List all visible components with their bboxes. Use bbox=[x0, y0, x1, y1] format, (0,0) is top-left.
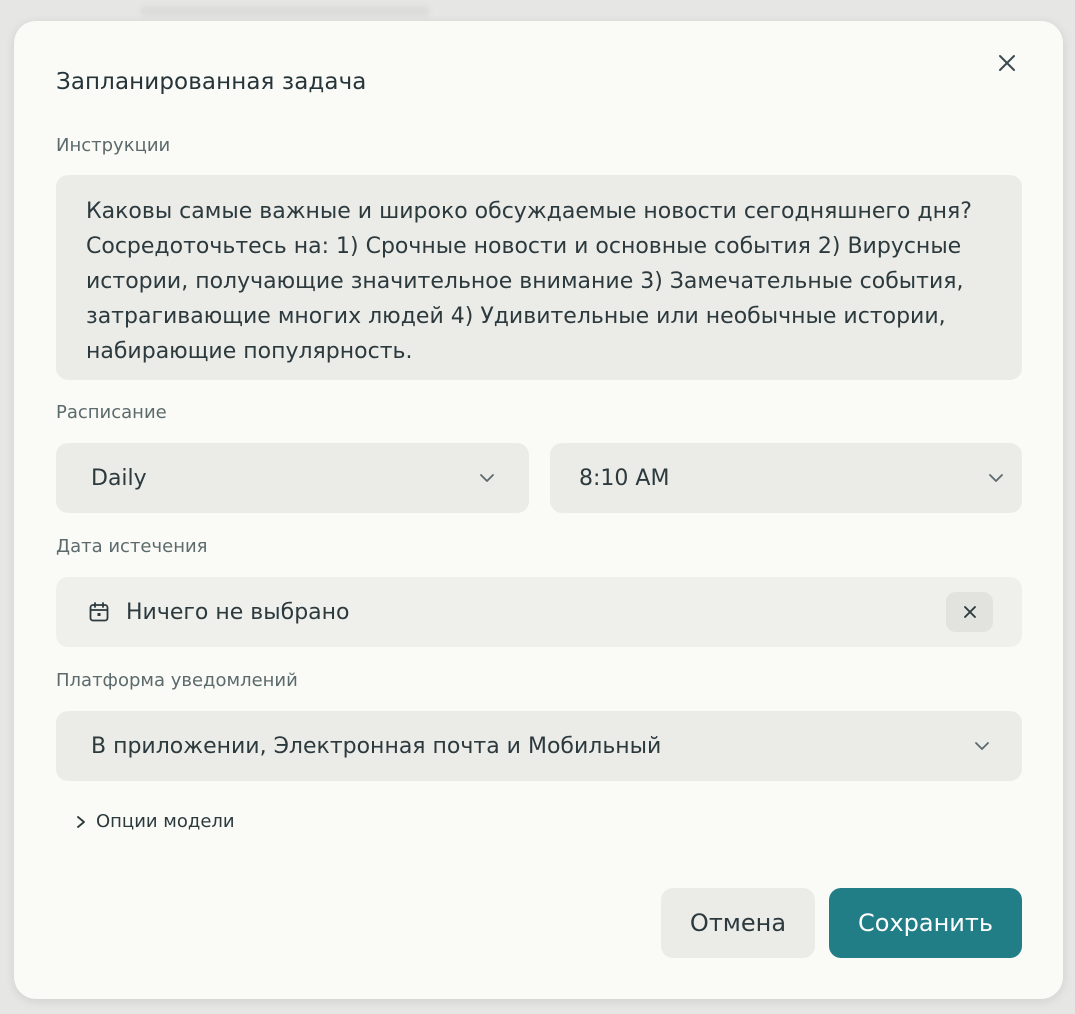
notification-platform-select[interactable]: В приложении, Электронная почта и Мобиль… bbox=[56, 711, 1022, 781]
instructions-textarea[interactable]: Каковы самые важные и широко обсуждаемые… bbox=[56, 175, 1022, 380]
time-value: 8:10 AM bbox=[579, 465, 670, 491]
cancel-button[interactable]: Отмена bbox=[661, 888, 815, 958]
notifications-label: Платформа уведомлений bbox=[56, 670, 298, 691]
scheduled-task-dialog: Запланированная задача Инструкции Каковы… bbox=[14, 21, 1063, 999]
calendar-icon bbox=[88, 601, 110, 623]
chevron-down-icon bbox=[986, 468, 1006, 488]
save-button[interactable]: Сохранить bbox=[829, 888, 1022, 958]
chevron-right-icon bbox=[76, 815, 86, 829]
clear-date-button[interactable] bbox=[946, 592, 993, 632]
expiration-date-picker[interactable]: Ничего не выбрано bbox=[56, 577, 1022, 647]
instructions-label: Инструкции bbox=[56, 135, 171, 156]
close-icon bbox=[999, 55, 1015, 71]
close-icon bbox=[963, 606, 976, 618]
time-select[interactable]: 8:10 AM bbox=[550, 443, 1022, 513]
schedule-label: Расписание bbox=[56, 402, 167, 423]
dialog-title: Запланированная задача bbox=[56, 69, 367, 95]
frequency-value: Daily bbox=[91, 465, 147, 491]
expiration-value: Ничего не выбрано bbox=[126, 599, 350, 625]
chevron-down-icon bbox=[972, 736, 992, 756]
frequency-select[interactable]: Daily bbox=[56, 443, 529, 513]
close-button[interactable] bbox=[992, 48, 1022, 78]
model-options-toggle[interactable]: Опции модели bbox=[76, 811, 235, 832]
expiration-label: Дата истечения bbox=[56, 536, 208, 557]
notification-platform-value: В приложении, Электронная почта и Мобиль… bbox=[91, 733, 662, 759]
model-options-label: Опции модели bbox=[96, 811, 235, 832]
chevron-down-icon bbox=[477, 468, 497, 488]
backdrop-blur-text bbox=[140, 6, 430, 16]
